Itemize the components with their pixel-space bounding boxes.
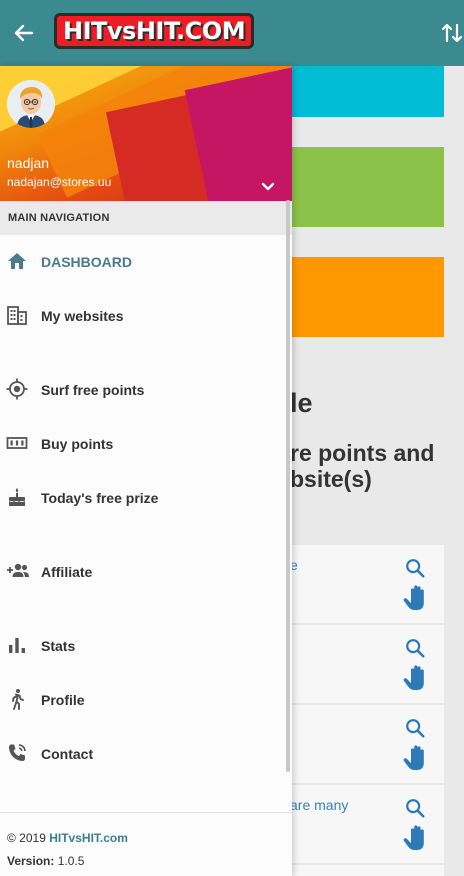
drawer-scrollbar[interactable] [286, 200, 290, 772]
nav-item-label: Profile [41, 692, 85, 708]
page-heading-fragment: le [290, 388, 313, 418]
nav-item-label: DASHBOARD [41, 254, 132, 270]
counter-icon [6, 437, 28, 449]
nav-item-label: My websites [41, 308, 124, 324]
website-card: are many [290, 785, 444, 863]
stat-tile-cyan[interactable] [290, 66, 444, 117]
copyright-prefix: © 2019 [7, 831, 50, 845]
nav-item-buy-points[interactable]: Buy points [0, 417, 286, 471]
version-value: 1.0.5 [54, 854, 85, 868]
nav-item-label: Contact [41, 746, 94, 762]
stat-tile-green[interactable] [290, 147, 444, 227]
website-card-link[interactable]: are many [290, 797, 348, 813]
search-icon[interactable] [404, 557, 426, 579]
phone-icon [9, 744, 26, 761]
nav-item-label: Surf free points [41, 382, 145, 398]
add-people-icon [7, 563, 29, 577]
arrow-left-icon[interactable] [10, 19, 38, 47]
copyright: © 2019 HITvsHIT.com [7, 831, 128, 845]
page-subheading-line2: bsite(s) [290, 466, 372, 492]
crosshair-icon [6, 378, 28, 400]
nav-item-label: Affiliate [41, 564, 93, 580]
search-icon[interactable] [404, 797, 426, 819]
bar-chart-icon [9, 638, 25, 653]
nav-item-label: Stats [41, 638, 76, 654]
website-card [290, 865, 444, 876]
drawer-header: nadjan nadajan@stores.uu [0, 66, 292, 201]
user-name: nadjan [7, 155, 50, 171]
website-card [290, 625, 444, 703]
app-bar: HITvsHIT.COM [0, 0, 464, 66]
chevron-down-icon[interactable] [258, 176, 278, 196]
walking-person-icon [12, 689, 24, 710]
avatar[interactable] [7, 80, 55, 128]
nav-item-todays-free-prize[interactable]: Today's free prize [0, 471, 286, 525]
drawer-footer: © 2019 HITvsHIT.com Version: 1.0.5 [0, 812, 292, 876]
hand-icon[interactable] [403, 823, 429, 851]
stat-tile-orange[interactable] [290, 257, 444, 337]
cake-icon [9, 488, 25, 506]
nav-item-contact[interactable]: Contact [0, 727, 286, 781]
home-icon [8, 253, 26, 269]
navigation-drawer: nadjan nadajan@stores.uu MAIN NAVIGATION… [0, 66, 292, 876]
nav-item-label: Today's free prize [41, 490, 159, 506]
hand-icon[interactable] [403, 743, 429, 771]
hand-icon[interactable] [403, 663, 429, 691]
version-info: Version: 1.0.5 [7, 854, 84, 868]
nav-item-affiliate[interactable]: Affiliate [0, 545, 286, 599]
page-subheading-fragment: re points and bsite(s) [290, 440, 460, 492]
site-logo[interactable]: HITvsHIT.COM [54, 13, 255, 49]
nav-item-surf-free-points[interactable]: Surf free points [0, 363, 286, 417]
version-label: Version: [7, 854, 55, 868]
nav-item-label: Buy points [41, 436, 114, 452]
search-icon[interactable] [404, 637, 426, 659]
website-card [290, 705, 444, 783]
nav-item-stats[interactable]: Stats [0, 619, 286, 673]
building-icon [7, 306, 27, 325]
hand-icon[interactable] [403, 583, 429, 611]
copyright-link[interactable]: HITvsHIT.com [49, 831, 128, 845]
search-icon[interactable] [404, 717, 426, 739]
page-subheading-line1: re points and [290, 440, 435, 466]
user-email: nadajan@stores.uu [7, 175, 112, 189]
avatar-cartoon-icon [7, 80, 55, 128]
nav-section-caption: MAIN NAVIGATION [0, 201, 292, 235]
nav-item-profile[interactable]: Profile [0, 673, 286, 727]
nav-item-my-websites[interactable]: My websites [0, 289, 286, 343]
website-card: e [290, 545, 444, 623]
swap-vertical-icon[interactable] [438, 19, 464, 47]
nav-item-dashboard[interactable]: DASHBOARD [0, 235, 286, 289]
